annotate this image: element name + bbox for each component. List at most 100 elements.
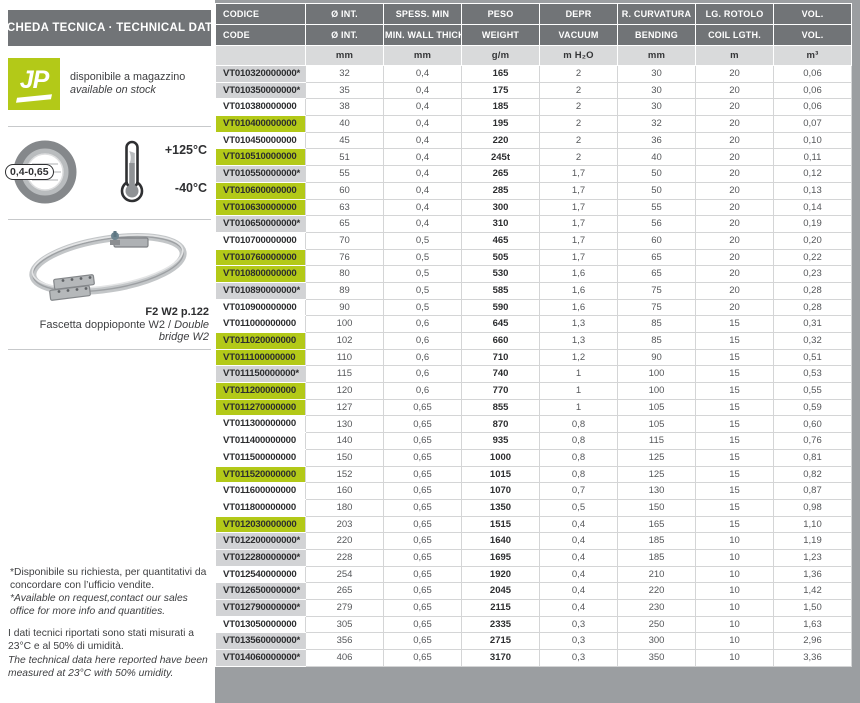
table-row: VT0114000000001400,659350,8115150,76 (216, 433, 852, 450)
value-cell: 254 (306, 566, 384, 583)
value-cell: 20 (696, 99, 774, 116)
value-cell: 0,65 (384, 533, 462, 550)
value-cell: 0,8 (540, 433, 618, 450)
value-cell: 220 (306, 533, 384, 550)
value-cell: 185 (618, 533, 696, 550)
value-cell: 3170 (462, 650, 540, 667)
table-row: VT012790000000*2790,6521150,4230101,50 (216, 600, 852, 617)
value-cell: 0,65 (384, 499, 462, 516)
value-cell: 356 (306, 633, 384, 650)
code-cell: VT012650000000* (216, 583, 306, 600)
value-cell: 51 (306, 149, 384, 166)
value-cell: 0,6 (384, 333, 462, 350)
table-row: VT013560000000*3560,6527150,3300102,96 (216, 633, 852, 650)
value-cell: 2 (540, 82, 618, 99)
value-cell: 15 (696, 349, 774, 366)
value-cell: 0,4 (384, 149, 462, 166)
value-cell: 140 (306, 433, 384, 450)
value-cell: 1,7 (540, 249, 618, 266)
value-cell: 0,60 (774, 416, 852, 433)
value-cell: 125 (618, 449, 696, 466)
value-cell: 0,65 (384, 633, 462, 650)
thermometer-icon (117, 139, 147, 205)
value-cell: 75 (618, 282, 696, 299)
divider (8, 126, 211, 127)
table-panel: CODICE Ø INT. SPESS. MIN PESO DEPR R. CU… (215, 0, 860, 703)
value-cell: 0,12 (774, 166, 852, 183)
value-cell: 63 (306, 199, 384, 216)
col-diam-int: Ø INT. (306, 4, 384, 25)
temp-max-label: +125°C (165, 143, 207, 157)
value-cell: 175 (462, 82, 540, 99)
jp-logo-underline (16, 94, 52, 103)
value-cell: 0,65 (384, 516, 462, 533)
code-cell: VT011520000000 (216, 466, 306, 483)
value-cell: 310 (462, 216, 540, 233)
value-cell: 105 (618, 416, 696, 433)
value-cell: 505 (462, 249, 540, 266)
code-cell: VT011270000000 (216, 399, 306, 416)
value-cell: 220 (618, 583, 696, 600)
col-min-wall: MIN. WALL THICK (384, 25, 462, 46)
code-cell: VT012540000000 (216, 566, 306, 583)
value-cell: 65 (618, 266, 696, 283)
value-cell: 15 (696, 499, 774, 516)
table-row: VT010700000000700,54651,760200,20 (216, 232, 852, 249)
value-cell: 100 (306, 316, 384, 333)
value-cell: 0,65 (384, 399, 462, 416)
value-cell: 1 (540, 399, 618, 416)
code-cell: VT012790000000* (216, 600, 306, 617)
value-cell: 0,65 (384, 449, 462, 466)
value-cell: 125 (618, 466, 696, 483)
unit-blank (216, 46, 306, 66)
value-cell: 0,32 (774, 333, 852, 350)
value-cell: 1015 (462, 466, 540, 483)
col-depr: DEPR (540, 4, 618, 25)
value-cell: 1,23 (774, 549, 852, 566)
value-cell: 10 (696, 566, 774, 583)
code-cell: VT011000000000 (216, 316, 306, 333)
value-cell: 20 (696, 66, 774, 83)
unit-mm-1: mm (306, 46, 384, 66)
value-cell: 165 (462, 66, 540, 83)
value-cell: 0,8 (540, 449, 618, 466)
value-cell: 0,07 (774, 116, 852, 133)
value-cell: 165 (618, 516, 696, 533)
value-cell: 0,55 (774, 383, 852, 400)
col-codice: CODICE (216, 4, 306, 25)
value-cell: 185 (618, 549, 696, 566)
value-cell: 0,6 (384, 383, 462, 400)
code-cell: VT010650000000* (216, 216, 306, 233)
col-code: CODE (216, 25, 306, 46)
value-cell: 10 (696, 583, 774, 600)
value-cell: 30 (618, 82, 696, 99)
value-cell: 100 (618, 383, 696, 400)
table-row: VT012200000000*2200,6516400,4185101,19 (216, 533, 852, 550)
value-cell: 35 (306, 82, 384, 99)
value-cell: 0,98 (774, 499, 852, 516)
value-cell: 40 (618, 149, 696, 166)
value-cell: 15 (696, 483, 774, 500)
table-row: VT010600000000600,42851,750200,13 (216, 182, 852, 199)
value-cell: 15 (696, 316, 774, 333)
value-cell: 300 (618, 633, 696, 650)
value-cell: 0,7 (540, 483, 618, 500)
header-row-it: CODICE Ø INT. SPESS. MIN PESO DEPR R. CU… (216, 4, 852, 25)
value-cell: 127 (306, 399, 384, 416)
value-cell: 1,10 (774, 516, 852, 533)
table-row: VT010890000000*890,55851,675200,28 (216, 282, 852, 299)
value-cell: 0,5 (384, 232, 462, 249)
value-cell: 0,6 (384, 366, 462, 383)
value-cell: 0,31 (774, 316, 852, 333)
value-cell: 0,8 (540, 416, 618, 433)
table-row: VT010510000000510,4245t240200,11 (216, 149, 852, 166)
value-cell: 0,51 (774, 349, 852, 366)
value-cell: 0,06 (774, 99, 852, 116)
value-cell: 65 (306, 216, 384, 233)
value-cell: 1,63 (774, 616, 852, 633)
table-row: VT010450000000450,4220236200,10 (216, 132, 852, 149)
value-cell: 100 (618, 366, 696, 383)
value-cell: 50 (618, 182, 696, 199)
table-row: VT010900000000900,55901,675200,28 (216, 299, 852, 316)
value-cell: 0,6 (384, 316, 462, 333)
